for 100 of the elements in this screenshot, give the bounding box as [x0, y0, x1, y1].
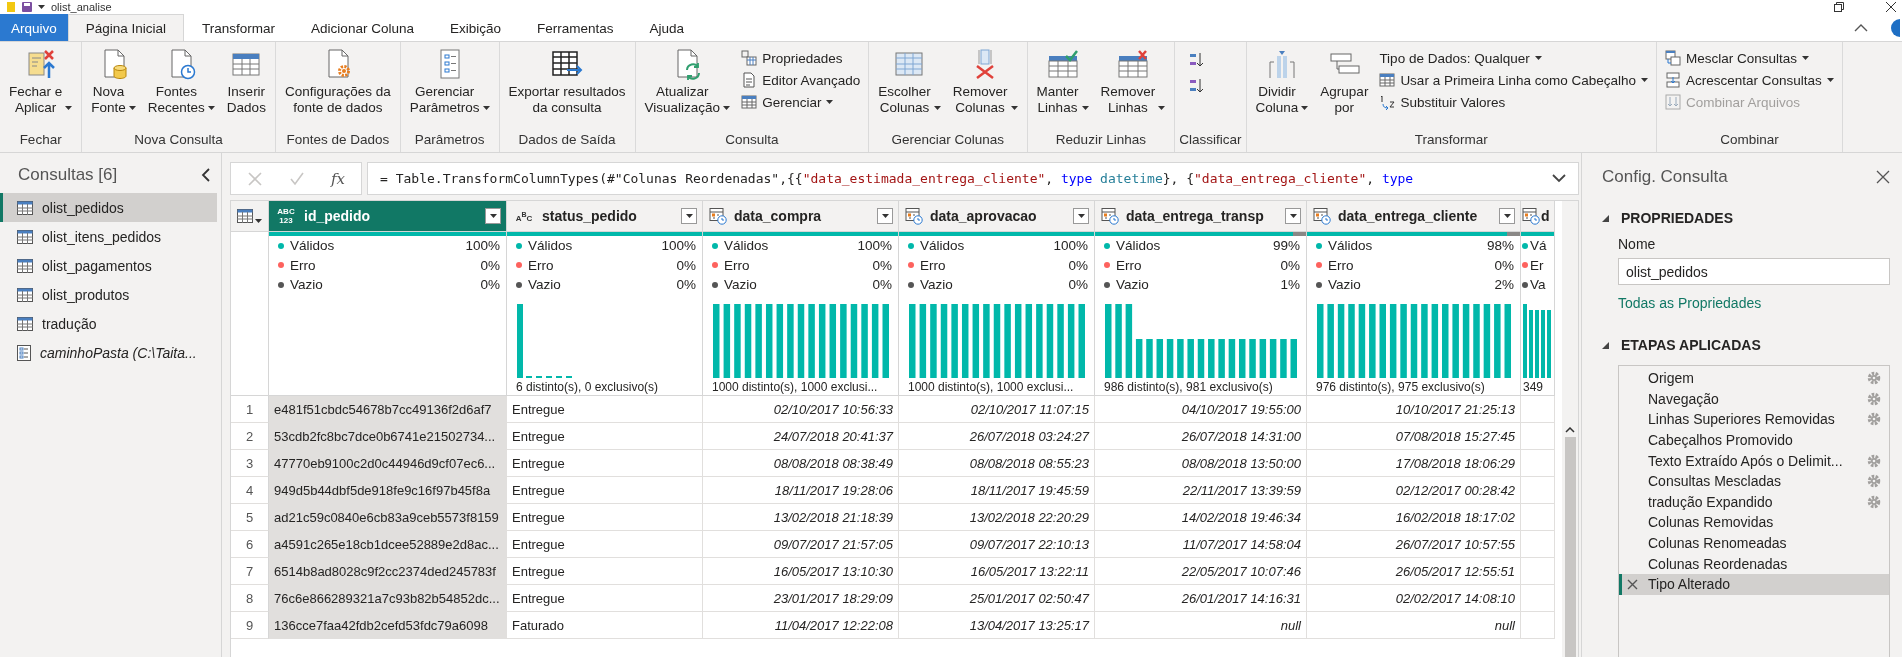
column-header[interactable]: data_entrega_cliente	[1307, 201, 1521, 232]
sort-descending-icon[interactable]	[1189, 78, 1206, 94]
table-cell: 13/04/2017 13:25:17	[899, 612, 1095, 639]
filter-button[interactable]	[877, 208, 893, 224]
query-item[interactable]: olist_pedidos	[0, 193, 217, 222]
stat-label: Erro	[920, 257, 947, 273]
ribbon-tab[interactable]: Ferramentas	[518, 14, 632, 41]
ribbon-button[interactable]: Exportar resultados da consulta	[503, 46, 631, 118]
collapse-triangle-icon[interactable]	[1602, 341, 1609, 349]
type-badge[interactable]: A$^{B}$C	[513, 209, 535, 223]
ribbon-button[interactable]: Dividir Coluna	[1250, 46, 1314, 118]
applied-step[interactable]: Cabeçalhos Promovido	[1619, 429, 1889, 451]
scrollbar-thumb[interactable]	[1564, 437, 1576, 657]
calendar-clock-icon[interactable]	[1522, 207, 1540, 225]
column-header[interactable]: A$^{B}$C status_pedido	[507, 201, 703, 232]
query-item[interactable]: caminhoPasta (C:\Taita...	[0, 338, 217, 367]
group-label: Dados de Saída	[517, 131, 617, 149]
collapse-ribbon-icon[interactable]	[1854, 23, 1868, 32]
ribbon-button[interactable]: Inserir Dados	[221, 46, 271, 118]
close-icon[interactable]	[1876, 170, 1890, 184]
query-item[interactable]: olist_itens_pedidos	[0, 222, 217, 251]
ribbon-button[interactable]: Escolher Colunas	[873, 46, 946, 118]
filter-button[interactable]	[1073, 208, 1089, 224]
ribbon-tab[interactable]: Ajuda	[631, 14, 702, 41]
column-header[interactable]: ABC 123 id_pedido	[269, 201, 507, 232]
table-cell: 02/10/2017 10:56:33	[703, 396, 899, 423]
ribbon-button[interactable]: Gerenciar	[737, 92, 865, 112]
ribbon-button[interactable]: Remover Colunas	[947, 46, 1023, 118]
ribbon-tab[interactable]: Transformar	[184, 14, 294, 41]
applied-step[interactable]: Navegação	[1619, 388, 1889, 410]
check-icon[interactable]	[289, 170, 305, 187]
ribbon-button[interactable]: Usar a Primeira Linha como Cabeçalho	[1375, 70, 1652, 90]
applied-step[interactable]: Consultas Mescladas	[1619, 470, 1889, 492]
filter-button[interactable]	[1499, 208, 1515, 224]
column-header[interactable]: d	[1521, 201, 1555, 232]
applied-step[interactable]: Colunas Renomeadas	[1619, 532, 1889, 554]
applied-step[interactable]: Colunas Removidas	[1619, 512, 1889, 533]
table-cell: 76c6e866289321a7c93b82b54852dc...	[269, 585, 507, 612]
ribbon-tab[interactable]: Adicionar Coluna	[293, 14, 432, 41]
column-header[interactable]: data_aprovacao	[899, 201, 1095, 232]
applied-step[interactable]: Origem	[1619, 368, 1889, 389]
ribbon-button[interactable]: Acrescentar Consultas	[1661, 70, 1838, 90]
ribbon-button[interactable]: Nova Fonte	[86, 46, 141, 118]
calendar-clock-icon[interactable]	[905, 207, 923, 225]
applied-step[interactable]: Texto Extraído Após o Delimit...	[1619, 450, 1889, 471]
ribbon-tab[interactable]: Exibição	[431, 14, 519, 41]
ribbon-button[interactable]: Fontes Recentes	[142, 46, 220, 118]
table-cell: 09/07/2017 22:10:13	[899, 531, 1095, 558]
formula-field[interactable]: = Table.TransformColumnTypes(#"Colunas Reordenadas",{{"data_estimada_entrega_cliente", type datetime}, {"data_entrega_cliente", type	[367, 162, 1579, 195]
ribbon-button[interactable]: Substituir Valores	[1375, 92, 1652, 112]
filter-button[interactable]	[485, 208, 501, 224]
scroll-up-icon[interactable]	[1565, 427, 1575, 433]
ribbon-button[interactable]: Remover Linhas	[1095, 46, 1171, 118]
ribbon-button[interactable]: Gerenciar Parâmetros	[404, 46, 495, 118]
table-cell: 26/05/2017 12:55:51	[1307, 558, 1521, 585]
ribbon-button[interactable]: Agrupar por	[1315, 46, 1374, 118]
restore-icon[interactable]	[1834, 2, 1844, 12]
applied-step[interactable]: Colunas Reordenadas	[1619, 553, 1889, 574]
ribbon-button[interactable]: Editor Avançado	[737, 70, 865, 90]
applied-step[interactable]: Linhas Superiores Removidas	[1619, 409, 1889, 430]
type-badge[interactable]: ABC 123	[275, 207, 297, 225]
ribbon-button[interactable]: Atualizar Visualização	[639, 46, 736, 118]
column-header[interactable]: data_entrega_transp	[1095, 201, 1307, 232]
query-item[interactable]: tradução	[0, 309, 217, 338]
ribbon-button[interactable]: Propriedades	[737, 48, 865, 68]
ribbon-button[interactable]: Fechar e Aplicar	[4, 46, 78, 118]
calendar-clock-icon[interactable]	[709, 207, 727, 225]
filter-button[interactable]	[1285, 208, 1301, 224]
applied-step[interactable]: tradução Expandido	[1619, 491, 1889, 513]
ribbon-button[interactable]: Tipo de Dados: Qualquer	[1375, 48, 1652, 68]
ribbon-button[interactable]: Manter Linhas	[1031, 46, 1094, 118]
table-icon	[1379, 72, 1396, 88]
sort-ascending-icon[interactable]	[1189, 52, 1206, 68]
table-cell: a4591c265e18cb1dcee52889e2d8ac...	[269, 531, 507, 558]
name-field[interactable]: olist_pedidos	[1618, 258, 1890, 285]
calendar-clock-icon[interactable]	[1101, 207, 1119, 225]
ribbon-button[interactable]: Mesclar Consultas	[1661, 48, 1838, 68]
collapse-icon[interactable]	[201, 168, 211, 182]
histogram-bar	[566, 375, 572, 378]
stat-value: 0%	[872, 257, 892, 273]
expand-icon[interactable]	[1552, 174, 1566, 183]
table-menu-button[interactable]	[237, 209, 262, 223]
file-tab[interactable]: Arquivo	[0, 14, 68, 41]
close-icon[interactable]	[1886, 2, 1896, 12]
calendar-clock-icon[interactable]	[1313, 207, 1331, 225]
delete-icon[interactable]	[1627, 578, 1638, 590]
ribbon-tab[interactable]: Página Inicial	[67, 14, 185, 41]
properties-link[interactable]: Todas as Propriedades	[1618, 295, 1762, 311]
function-button[interactable]: fx	[331, 169, 345, 188]
query-item[interactable]: olist_produtos	[0, 280, 217, 309]
save-icon[interactable]	[22, 2, 32, 12]
filter-button[interactable]	[681, 208, 697, 224]
table-cell: 02/12/2017 00:28:42	[1307, 477, 1521, 504]
applied-step[interactable]: Tipo Alterado	[1619, 573, 1889, 595]
ribbon-button[interactable]: Configurações da fonte de dados	[279, 46, 396, 118]
query-item[interactable]: olist_pagamentos	[0, 251, 217, 280]
column-summary: 349	[1522, 379, 1545, 395]
histogram-bar	[1249, 338, 1256, 378]
collapse-triangle-icon[interactable]	[1602, 214, 1609, 222]
column-header[interactable]: data_compra	[703, 201, 899, 232]
